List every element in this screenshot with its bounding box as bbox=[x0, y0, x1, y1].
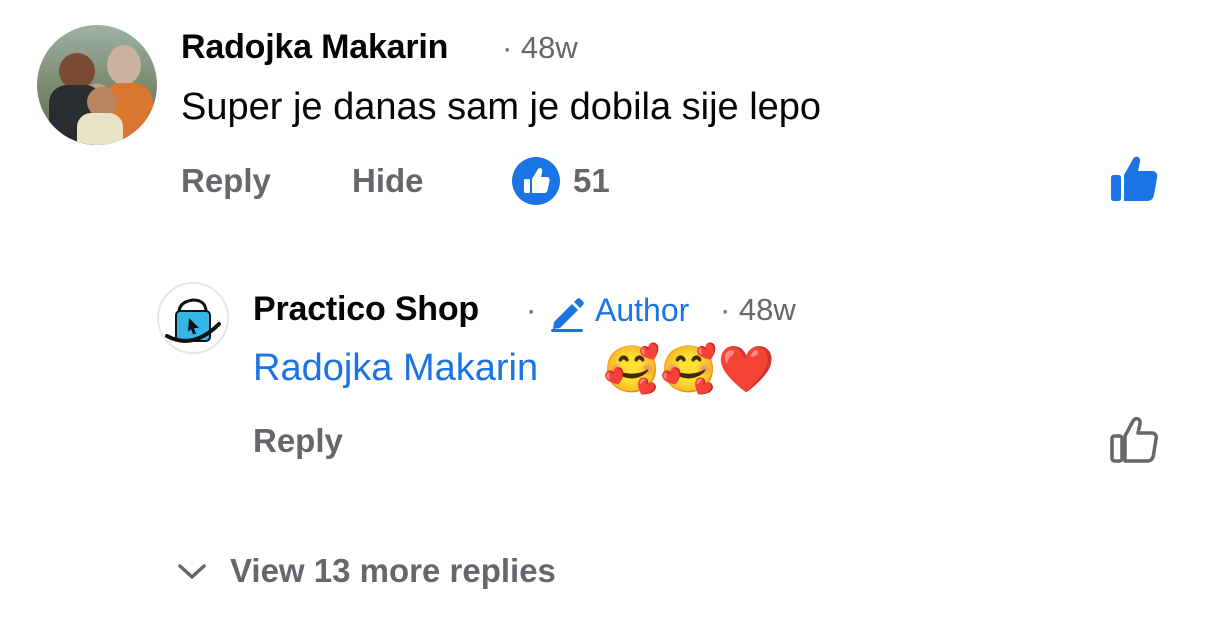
reply-button[interactable]: Reply bbox=[253, 422, 343, 460]
like-reaction-icon[interactable] bbox=[512, 157, 560, 205]
reply-timestamp: · 48w bbox=[720, 292, 796, 327]
thumbs-up-outline-icon[interactable] bbox=[1108, 414, 1160, 466]
comment-text: Super je danas sam je dobila sije lepo bbox=[181, 86, 822, 128]
separator-dot: · bbox=[526, 292, 537, 327]
mention-link[interactable]: Radojka Makarin bbox=[253, 347, 538, 390]
reply-button[interactable]: Reply bbox=[181, 162, 271, 200]
shopping-bag-logo bbox=[165, 298, 221, 343]
reply-emojis: 🥰🥰❤️ bbox=[603, 342, 775, 396]
chevron-down-icon[interactable] bbox=[176, 561, 208, 583]
reply-author-name[interactable]: Practico Shop bbox=[253, 290, 479, 329]
avatar-photo-part bbox=[77, 113, 123, 145]
hide-button[interactable]: Hide bbox=[352, 162, 424, 200]
pencil-icon bbox=[548, 296, 586, 332]
commenter-name[interactable]: Radojka Makarin bbox=[181, 28, 448, 67]
reaction-count[interactable]: 51 bbox=[573, 162, 610, 200]
avatar-photo-part bbox=[107, 45, 141, 85]
author-badge-label: Author bbox=[595, 292, 690, 328]
comment-timestamp: · 48w bbox=[502, 30, 578, 65]
like-reaction-glyph bbox=[524, 168, 550, 193]
commenter-avatar[interactable] bbox=[37, 25, 157, 145]
thumbs-up-filled-icon[interactable] bbox=[1108, 153, 1160, 205]
avatar-photo-part bbox=[59, 53, 95, 89]
view-more-replies-button[interactable]: View 13 more replies bbox=[230, 552, 556, 590]
page-avatar[interactable] bbox=[157, 282, 229, 354]
